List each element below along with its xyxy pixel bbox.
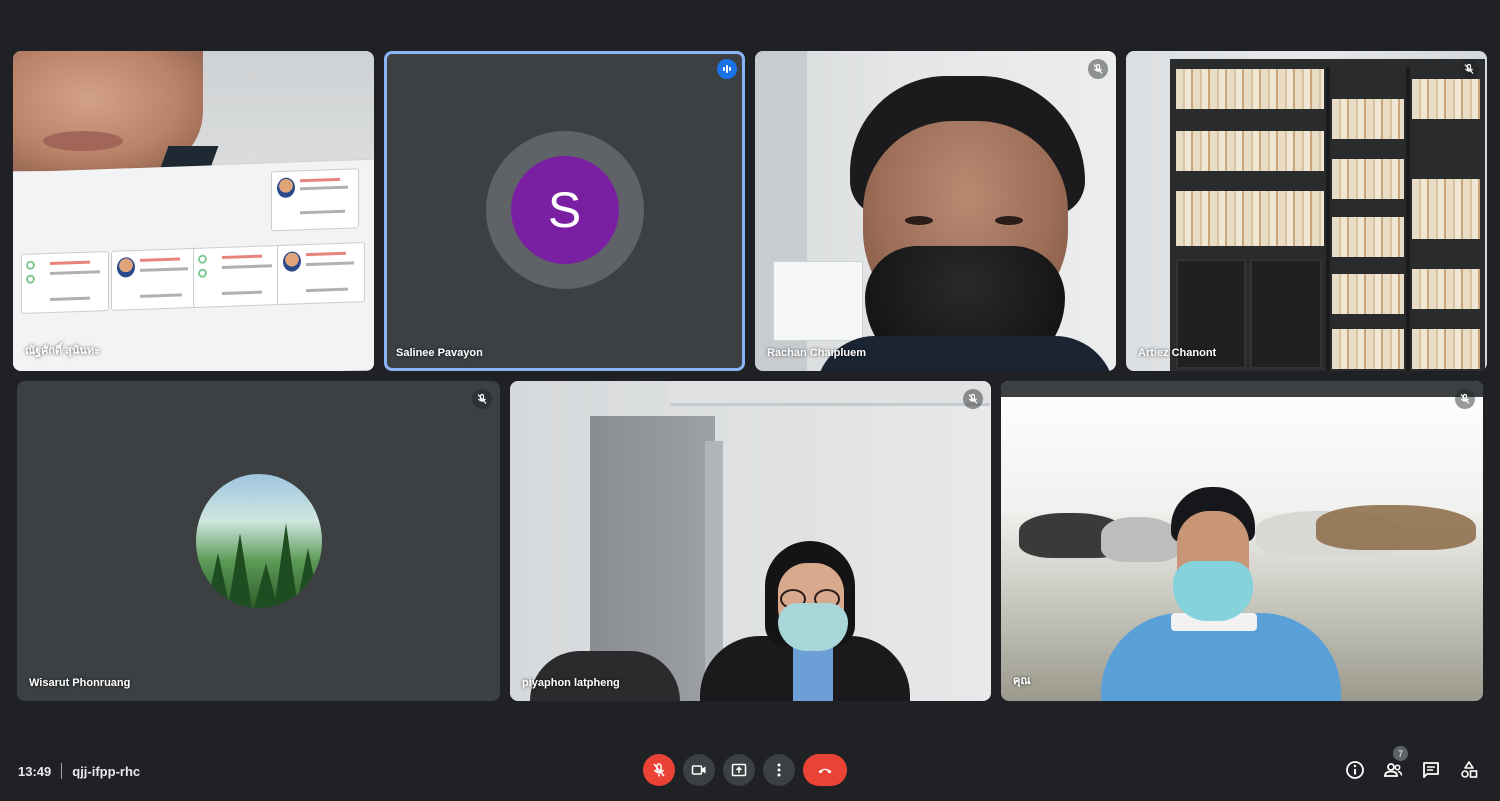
participant-tile-4[interactable]: Artiez Chanont	[1126, 51, 1487, 371]
camera-icon	[691, 765, 706, 775]
mic-off-icon	[963, 389, 983, 409]
video-bookshelf	[1170, 59, 1485, 371]
participant-name: piyaphon latpheng	[522, 677, 620, 689]
participant-name: คุณ	[1013, 675, 1031, 687]
video-person-mask	[1173, 561, 1253, 621]
participant-name: ณัฐศักดิ์ สุนันทะ	[25, 345, 101, 357]
video-detail	[1001, 381, 1483, 397]
participant-name: Rachan Chaipluem	[767, 347, 867, 359]
camera-toggle-button[interactable]	[683, 754, 715, 786]
participant-name: Artiez Chanont	[1138, 347, 1217, 359]
activities-button[interactable]	[1458, 758, 1480, 782]
leave-call-button[interactable]	[803, 754, 847, 786]
avatar	[195, 474, 322, 608]
participant-name: Wisarut Phonruang	[29, 677, 131, 689]
activities-icon	[1461, 761, 1478, 778]
video-detail	[793, 643, 833, 701]
chat-icon	[1423, 762, 1439, 778]
meeting-code[interactable]: qjj-ifpp-rhc	[72, 764, 140, 779]
participant-tile-6[interactable]: piyaphon latpheng	[510, 381, 991, 701]
participant-tile-5[interactable]: Wisarut Phonruang	[17, 381, 500, 701]
speaking-indicator-icon	[717, 59, 737, 79]
video-detail	[43, 131, 123, 151]
video-card	[277, 242, 365, 306]
video-held-paper	[13, 159, 374, 371]
video-detail	[905, 216, 933, 225]
video-card	[111, 247, 199, 311]
participant-count-badge: 7	[1393, 746, 1408, 761]
meeting-time: 13:49	[18, 763, 52, 779]
participants-button[interactable]: 7	[1382, 746, 1408, 782]
video-detail	[670, 381, 990, 406]
participant-tile-2[interactable]: S Salinee Pavayon	[384, 51, 745, 371]
video-detail	[995, 216, 1023, 225]
more-options-button[interactable]	[763, 754, 795, 786]
divider	[61, 763, 63, 779]
chat-button[interactable]	[1420, 758, 1442, 782]
mic-off-icon	[1459, 59, 1479, 79]
participant-tile-7[interactable]: คุณ	[1001, 381, 1483, 701]
info-icon	[1346, 761, 1364, 779]
video-detail	[530, 651, 680, 701]
video-person-mask	[778, 603, 848, 651]
meeting-details: 13:49 qjj-ifpp-rhc	[18, 762, 140, 780]
video-horse	[1101, 517, 1181, 562]
video-card	[271, 168, 359, 232]
participant-tile-3[interactable]: Rachan Chaipluem	[755, 51, 1116, 371]
video-detail	[773, 261, 863, 341]
video-card	[193, 244, 281, 309]
more-vert-icon	[777, 763, 781, 777]
call-end-icon	[818, 768, 832, 774]
meeting-info-button[interactable]	[1344, 758, 1366, 782]
mic-off-icon	[472, 389, 492, 409]
mic-off-icon	[1088, 59, 1108, 79]
present-screen-icon	[731, 763, 747, 777]
video-horse	[1316, 505, 1476, 550]
mic-off-icon	[1455, 389, 1475, 409]
avatar: S	[510, 156, 619, 264]
side-panel-controls: 7	[1344, 746, 1480, 782]
present-screen-button[interactable]	[723, 754, 755, 786]
participant-name: Salinee Pavayon	[396, 347, 483, 359]
people-icon	[1384, 763, 1403, 777]
video-card	[21, 250, 109, 315]
call-controls	[643, 754, 847, 786]
mic-off-icon	[653, 763, 665, 777]
meeting-stage: ณัฐศักดิ์ สุนันทะ S Salinee Pavayon Rach…	[0, 0, 1500, 801]
mic-toggle-button[interactable]	[643, 754, 675, 786]
participant-tile-1[interactable]: ณัฐศักดิ์ สุนันทะ	[13, 51, 374, 371]
